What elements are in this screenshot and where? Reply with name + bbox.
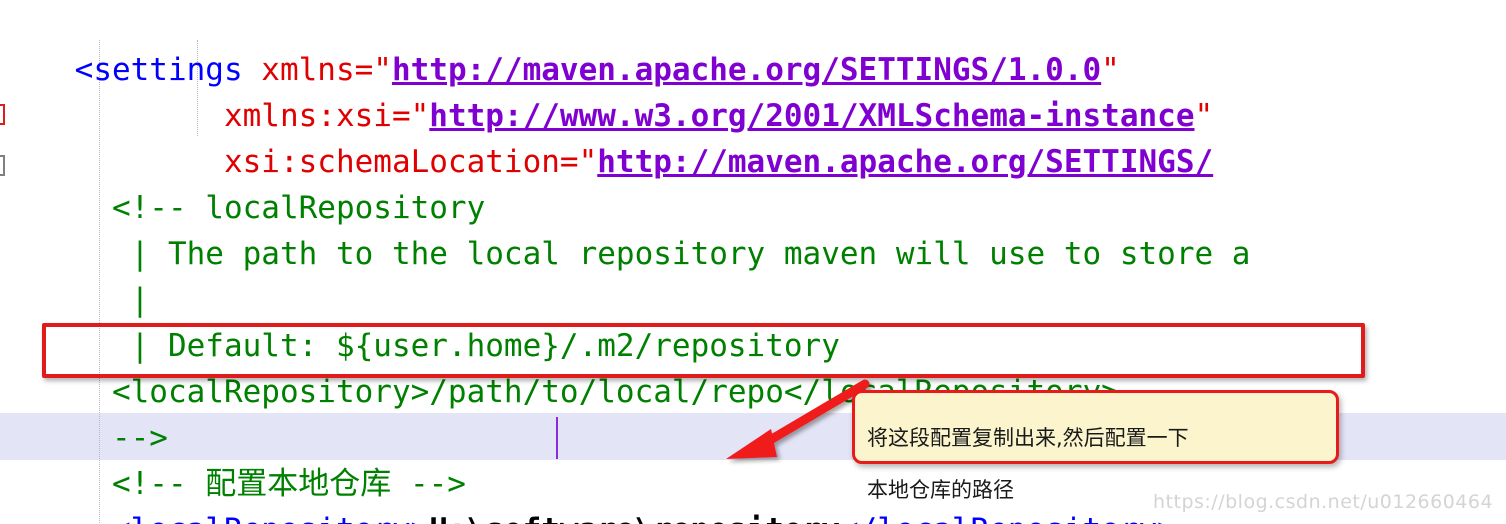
localrepository-path-value: H:\software\repository <box>429 512 840 524</box>
text-caret <box>556 417 558 459</box>
csdn-watermark: https://blog.csdn.net/u012660464 <box>1153 491 1494 513</box>
code-line-6[interactable]: | <box>0 231 1506 318</box>
code-line-5[interactable]: | The path to the local repository maven… <box>0 185 1506 272</box>
line11-indent <box>75 512 112 524</box>
callout-line-1: 将这段配置复制出来,然后配置一下 <box>867 426 1189 450</box>
code-line-4[interactable]: <!-- localRepository <box>0 139 1506 226</box>
code-line-2[interactable]: xmlns:xsi="http://www.w3.org/2001/XMLSch… <box>0 47 1506 134</box>
code-line-1[interactable]: <settings xmlns="http://maven.apache.org… <box>0 1 1506 88</box>
annotation-callout: 将这段配置复制出来,然后配置一下 本地仓库的路径 <box>852 390 1339 502</box>
code-line-3[interactable]: xsi:schemaLocation="http://maven.apache.… <box>0 93 1506 180</box>
code-line-8[interactable]: <localRepository>/path/to/local/repo</lo… <box>0 323 1506 410</box>
code-line-7[interactable]: | Default: ${user.home}/.m2/repository <box>0 277 1506 364</box>
xml-code-editor[interactable]: <settings xmlns="http://maven.apache.org… <box>0 0 1506 524</box>
localrepository-open-tag: <localRepository> <box>112 512 429 524</box>
